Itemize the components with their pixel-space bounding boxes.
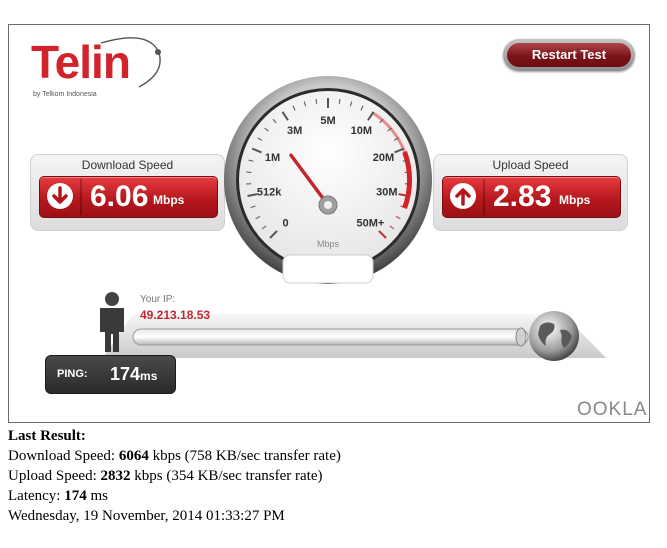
gauge-hub-center	[324, 201, 332, 209]
result-upload-line: Upload Speed: 2832 kbps (354 KB/sec tran…	[8, 466, 341, 486]
result-upload-suffix: kbps (354 KB/sec transfer rate)	[130, 468, 323, 484]
track-pipe-end	[515, 327, 527, 347]
download-speed-value: 6.06	[90, 180, 149, 213]
result-download-line: Download Speed: 6064 kbps (758 KB/sec tr…	[8, 446, 341, 466]
arrow-down-icon	[47, 183, 73, 209]
globe-icon	[529, 311, 579, 361]
result-download-kbps: 6064	[118, 448, 149, 464]
result-latency-suffix: ms	[86, 488, 108, 504]
download-speed-title: Download Speed	[81, 158, 174, 172]
upload-speed-title: Upload Speed	[492, 158, 569, 172]
result-upload-kbps: 2832	[100, 468, 131, 484]
logo-subtitle: by Telkom Indonesia	[33, 91, 97, 98]
result-download-prefix: Download Speed:	[8, 448, 119, 464]
gauge-tick-label: 3M	[287, 125, 302, 137]
result-upload-prefix: Upload Speed:	[8, 468, 101, 484]
ip-value: 49.213.18.53	[140, 308, 211, 322]
result-latency-line: Latency: 174 ms	[8, 486, 341, 506]
telin-logo: Telin by Telkom Indonesia	[31, 35, 181, 105]
ip-label: Your IP:	[140, 294, 176, 305]
speedtest-panel: Telin by Telkom Indonesia Restart Test D…	[8, 24, 650, 423]
download-speed-box: Download Speed 6.06 Mbps	[30, 154, 225, 231]
restart-test-button[interactable]: Restart Test	[507, 43, 631, 67]
ookla-logo: OOKLA	[577, 399, 648, 420]
ping-readout: 174ms	[110, 364, 157, 385]
ping-box: PING: 174ms	[45, 355, 176, 394]
download-divider	[80, 179, 82, 215]
result-latency-prefix: Latency:	[8, 488, 65, 504]
restart-test-button-frame[interactable]: Restart Test	[503, 39, 635, 71]
arrow-up-icon	[450, 183, 476, 209]
track-pipe	[132, 328, 529, 346]
gauge-tick-label: 10M	[351, 125, 372, 137]
ping-label: PING:	[57, 368, 88, 380]
upload-speed-box: Upload Speed 2.83 Mbps	[433, 154, 628, 231]
upload-speed-value: 2.83	[493, 180, 552, 213]
gauge-tick-label: 0	[283, 217, 289, 229]
gauge-tick-label: 50M+	[357, 217, 385, 229]
ping-value: 174	[110, 364, 141, 384]
last-result: Last Result: Download Speed: 6064 kbps (…	[8, 426, 341, 526]
gauge-tick-label: 30M	[376, 187, 397, 199]
gauge-unit-label: Mbps	[317, 239, 340, 249]
gauge-tick-label: 20M	[373, 152, 394, 164]
gauge-tick-label: 5M	[320, 115, 335, 127]
upload-speed-unit: Mbps	[559, 193, 591, 207]
last-result-heading: Last Result:	[8, 428, 86, 444]
result-latency-value: 174	[64, 488, 87, 504]
download-speed-unit: Mbps	[153, 193, 185, 207]
ping-unit: ms	[140, 369, 158, 383]
result-download-suffix: kbps (758 KB/sec transfer rate)	[148, 448, 341, 464]
result-timestamp: Wednesday, 19 November, 2014 01:33:27 PM	[8, 508, 285, 524]
gauge-readout-box	[282, 254, 374, 284]
upload-speed-display: 2.83 Mbps	[442, 176, 621, 218]
user-icon	[100, 292, 124, 352]
upload-divider	[483, 179, 485, 215]
gauge-tick-label: 1M	[265, 152, 280, 164]
logo-text: Telin	[31, 36, 131, 88]
gauge-tick-label: 512k	[257, 187, 282, 199]
speed-gauge: 0 512k 1M 3M 5M 10M 20M 30M 50M+ Mbps	[224, 76, 432, 284]
download-speed-display: 6.06 Mbps	[39, 176, 218, 218]
